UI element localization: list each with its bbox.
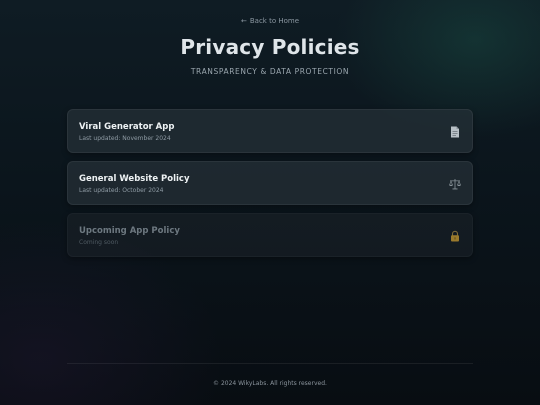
policy-card-title: General Website Policy: [79, 174, 190, 184]
back-to-home-label: Back to Home: [249, 17, 300, 25]
policy-card-upcoming-app-policy: Upcoming App Policy Coming soon: [67, 213, 473, 257]
policy-card-status: Coming soon: [79, 239, 119, 246]
page-title: Privacy Policies: [180, 35, 360, 59]
arrow-left-icon: ←: [240, 17, 247, 25]
lock-icon: [451, 230, 459, 242]
policy-card-viral-generator-app[interactable]: Viral Generator App Last updated: Novemb…: [67, 109, 473, 153]
scales-icon: [449, 179, 461, 190]
policy-card-title: Viral Generator App: [79, 122, 175, 132]
document-icon: [451, 126, 459, 138]
footer-divider: [67, 363, 473, 364]
policy-card-updated: Last updated: October 2024: [79, 187, 164, 194]
back-to-home-link[interactable]: ← Back to Home: [0, 17, 540, 25]
policy-card-general-website-policy[interactable]: General Website Policy Last updated: Oct…: [67, 161, 473, 205]
footer-copyright: © 2024 WikyLabs. All rights reserved.: [213, 380, 327, 387]
page-subtitle: TRANSPARENCY & DATA PROTECTION: [190, 67, 350, 76]
policy-card-title: Upcoming App Policy: [79, 226, 180, 236]
policy-card-updated: Last updated: November 2024: [79, 135, 171, 142]
